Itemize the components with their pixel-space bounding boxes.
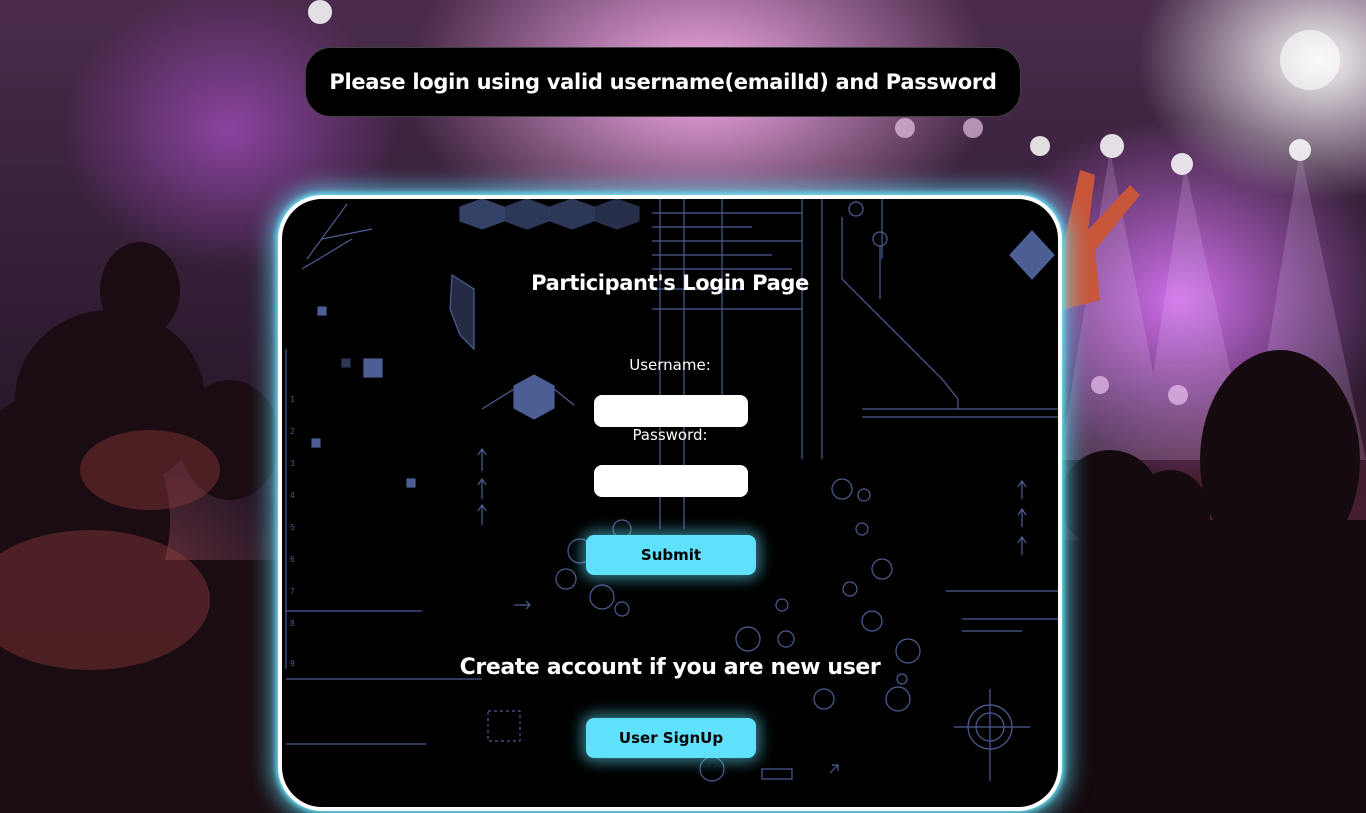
user-signup-button[interactable]: User SignUp (586, 718, 756, 758)
username-input[interactable] (594, 395, 748, 427)
login-form: Participant's Login Page Username: Passw… (282, 199, 1058, 807)
login-instruction-text: Please login using valid username(emailI… (329, 70, 997, 94)
password-input[interactable] (594, 465, 748, 497)
login-page-title: Participant's Login Page (531, 271, 809, 295)
login-instruction-banner: Please login using valid username(emailI… (305, 47, 1021, 117)
submit-button[interactable]: Submit (586, 535, 756, 575)
create-account-heading: Create account if you are new user (459, 655, 881, 680)
username-label: Username: (629, 356, 711, 374)
login-panel: 1 2 3 4 5 6 7 8 9 Participant's Login Pa… (278, 195, 1062, 811)
password-label: Password: (632, 426, 708, 444)
